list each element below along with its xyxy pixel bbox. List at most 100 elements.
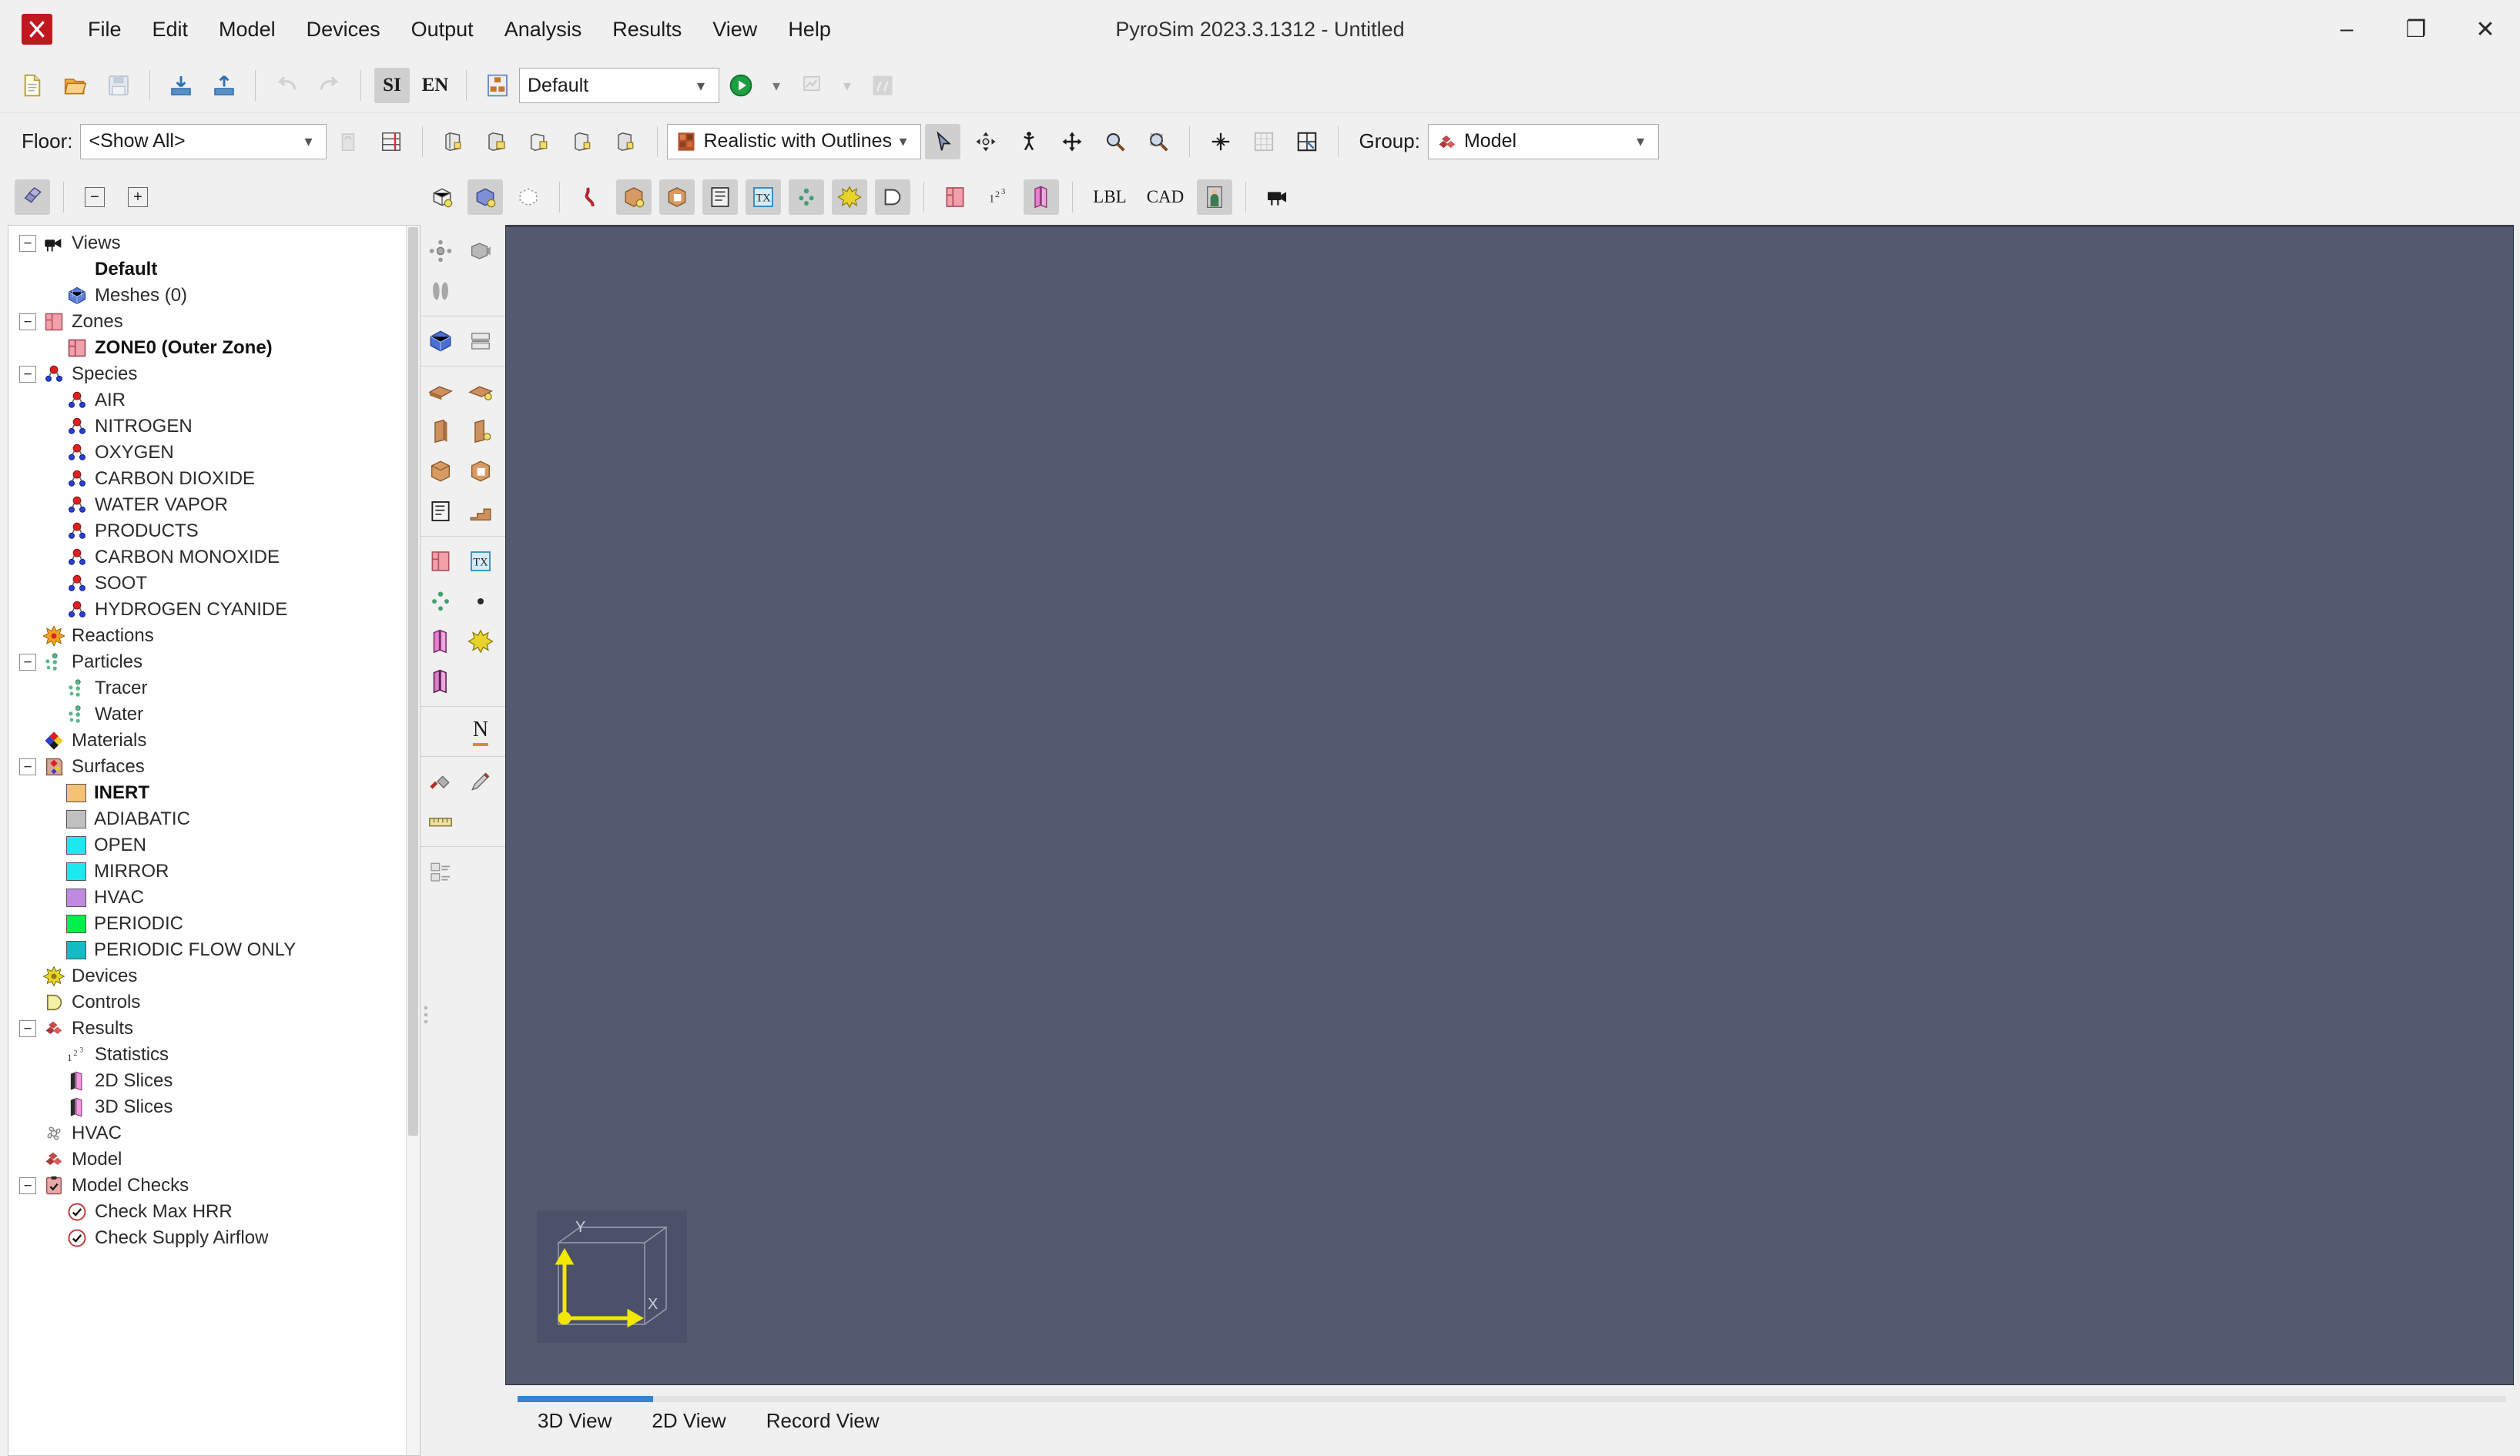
tree-expander-icon[interactable]: − <box>19 313 36 330</box>
tree-node[interactable]: − Surfaces <box>8 754 420 780</box>
tree-node[interactable]: HYDROGEN CYANIDE <box>8 597 420 623</box>
run-dropdown-icon[interactable]: ▾ <box>766 68 786 103</box>
add-zone-icon[interactable] <box>421 541 461 581</box>
tree-node[interactable]: − Species <box>8 361 420 387</box>
tree-node[interactable]: PERIODIC <box>8 911 420 937</box>
export-icon[interactable] <box>206 68 242 103</box>
3d-viewport[interactable]: Y X <box>505 225 2514 1385</box>
tree-node[interactable]: Tracer <box>8 675 420 701</box>
add-point-icon[interactable] <box>461 581 501 621</box>
add-particle-icon[interactable] <box>421 581 461 621</box>
add-block-icon[interactable] <box>421 451 461 491</box>
monitor-dropdown-icon[interactable]: ▾ <box>837 68 857 103</box>
tree-node[interactable]: OPEN <box>8 832 420 859</box>
tab-3d-view[interactable]: 3D View <box>518 1409 632 1456</box>
orbit-tool-icon[interactable] <box>968 124 1004 159</box>
slice-icon[interactable] <box>1024 179 1059 215</box>
menu-item-output[interactable]: Output <box>396 12 489 48</box>
cad-icon[interactable]: CAD <box>1141 179 1189 215</box>
floor-selector[interactable]: <Show All> ▾ <box>80 123 327 159</box>
tree-node[interactable]: − Views <box>8 230 420 256</box>
menu-item-model[interactable]: Model <box>203 12 291 48</box>
add-mesh-icon[interactable] <box>421 321 461 361</box>
add-floor-icon[interactable] <box>461 371 501 411</box>
edit-floors-icon[interactable] <box>374 124 409 159</box>
import-icon[interactable] <box>163 68 199 103</box>
add-wall2-icon[interactable] <box>461 411 501 451</box>
restore-button[interactable]: ❐ <box>2381 0 2451 59</box>
si-units-button[interactable]: SI <box>374 68 410 103</box>
english-units-button[interactable]: EN <box>417 68 453 103</box>
paste-object-icon[interactable] <box>479 124 514 159</box>
zone-icon[interactable] <box>937 179 973 215</box>
tree-node[interactable]: CARBON MONOXIDE <box>8 544 420 571</box>
tree-node[interactable]: − Model Checks <box>8 1173 420 1199</box>
tree-node[interactable]: Reactions <box>8 623 420 649</box>
tree-node[interactable]: PRODUCTS <box>8 518 420 544</box>
pan-tool-icon[interactable] <box>1054 124 1090 159</box>
zoom-tool-icon[interactable] <box>1097 124 1133 159</box>
add-record-icon[interactable] <box>421 491 461 531</box>
tree-node[interactable]: WATER VAPOR <box>8 492 420 518</box>
vent-icon[interactable] <box>573 179 608 215</box>
palette-drag-handle[interactable] <box>422 1002 430 1029</box>
tree-node[interactable]: 3D Slices <box>8 1094 420 1120</box>
group-manager-icon[interactable] <box>480 68 515 103</box>
duplicate-object-icon[interactable] <box>522 124 558 159</box>
fit-view-icon[interactable] <box>1289 124 1325 159</box>
tree-expander-icon[interactable]: − <box>19 366 36 383</box>
expand-all-icon[interactable]: + <box>120 179 156 215</box>
mesh-hidden-icon[interactable] <box>511 179 546 215</box>
walk-tool-icon[interactable] <box>1011 124 1047 159</box>
run-fds-icon[interactable] <box>723 68 759 103</box>
floor-lock-icon[interactable] <box>330 124 366 159</box>
add-3d-slice-icon[interactable] <box>421 661 461 701</box>
tree-node[interactable]: Meshes (0) <box>8 283 420 309</box>
mesh-table-icon[interactable] <box>461 321 501 361</box>
tree-node[interactable]: OXYGEN <box>8 440 420 466</box>
tree-node[interactable]: Default <box>8 256 420 283</box>
orbit-icon[interactable] <box>421 231 461 271</box>
add-device-icon[interactable] <box>461 621 501 661</box>
tree-node[interactable]: ADIABATIC <box>8 806 420 832</box>
add-wall-icon[interactable] <box>421 411 461 451</box>
hole-icon[interactable] <box>659 179 695 215</box>
menu-item-analysis[interactable]: Analysis <box>489 12 598 48</box>
tree-node[interactable]: HVAC <box>8 1120 420 1146</box>
surface-icon[interactable] <box>702 179 738 215</box>
label-icon[interactable]: LBL <box>1086 179 1134 215</box>
tree-node[interactable]: Water <box>8 701 420 728</box>
tree-node[interactable]: Check Supply Airflow <box>8 1225 420 1251</box>
annotate-icon[interactable] <box>461 761 501 802</box>
properties-icon[interactable] <box>421 852 461 892</box>
zoom-window-tool-icon[interactable] <box>1141 124 1176 159</box>
open-file-icon[interactable] <box>58 68 93 103</box>
tree-node[interactable]: PERIODIC FLOW ONLY <box>8 937 420 963</box>
dimension-icon[interactable]: N <box>461 711 501 751</box>
tree-node[interactable]: NITROGEN <box>8 413 420 440</box>
tree-view-mode-icon[interactable] <box>15 179 50 215</box>
tree-expander-icon[interactable]: − <box>19 654 36 671</box>
tab-record-view[interactable]: Record View <box>746 1409 900 1456</box>
tree-node[interactable]: − Zones <box>8 309 420 335</box>
tree-node[interactable]: Controls <box>8 989 420 1016</box>
monitor-icon[interactable] <box>794 68 829 103</box>
snap-icon[interactable] <box>1203 124 1238 159</box>
mesh-wireframe-icon[interactable] <box>424 179 460 215</box>
tree-node[interactable]: 2D Slices <box>8 1068 420 1094</box>
mesh-solid-icon[interactable] <box>467 179 503 215</box>
tree-scrollbar-thumb[interactable] <box>408 227 418 1136</box>
person-icon[interactable] <box>1197 179 1232 215</box>
ungroup-object-icon[interactable] <box>608 124 644 159</box>
tree-expander-icon[interactable]: − <box>19 758 36 775</box>
tree-node[interactable]: − Particles <box>8 649 420 675</box>
add-2d-slice-icon[interactable] <box>421 621 461 661</box>
tree-expander-icon[interactable]: − <box>19 1177 36 1194</box>
device-icon[interactable] <box>832 179 867 215</box>
group-selector[interactable]: Default ▾ <box>519 68 719 103</box>
undo-icon[interactable] <box>269 68 304 103</box>
collapse-all-icon[interactable]: − <box>77 179 112 215</box>
tree-node[interactable]: ZONE0 (Outer Zone) <box>8 335 420 361</box>
menu-item-view[interactable]: View <box>697 12 772 48</box>
tree-node[interactable]: AIR <box>8 387 420 413</box>
